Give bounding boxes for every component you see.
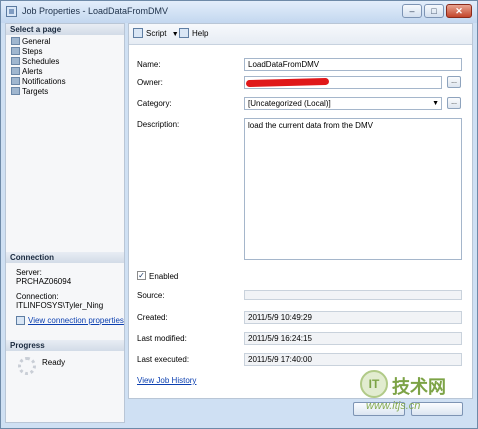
last-executed-field: 2011/5/9 17:40:00 xyxy=(244,353,462,366)
page-item-label: Schedules xyxy=(22,57,60,66)
chevron-down-icon: ▼ xyxy=(432,100,439,107)
job-properties-window: Job Properties - LoadDataFromDMV – □ ✕ S… xyxy=(0,0,478,429)
page-icon xyxy=(11,37,20,45)
description-field[interactable]: load the current data from the DMV xyxy=(244,118,462,260)
select-page-header: Select a page xyxy=(6,24,124,35)
close-button[interactable]: ✕ xyxy=(446,4,472,18)
view-job-history-link[interactable]: View Job History xyxy=(137,376,196,385)
page-item-label: General xyxy=(22,37,51,46)
page-icon xyxy=(11,47,20,55)
watermark-logo-icon: IT xyxy=(360,370,388,398)
help-button[interactable]: Help xyxy=(179,28,208,40)
server-value: PRCHAZ06094 xyxy=(16,277,72,286)
progress-status: Ready xyxy=(42,358,66,367)
last-modified-field: 2011/5/9 16:24:15 xyxy=(244,332,462,345)
connection-header: Connection xyxy=(6,252,124,263)
page-icon xyxy=(11,77,20,85)
chevron-down-icon: ▼ xyxy=(171,31,179,38)
category-select[interactable]: [Uncategorized (Local)] ▼ xyxy=(244,97,442,110)
page-item-label: Alerts xyxy=(22,67,43,76)
category-browse-button[interactable]: ... xyxy=(447,97,461,109)
page-icon xyxy=(11,87,20,95)
window-app-icon xyxy=(6,6,17,17)
last-modified-label: Last modified: xyxy=(137,334,187,343)
category-value: [Uncategorized (Local)] xyxy=(248,99,331,108)
page-item-label: Notifications xyxy=(22,77,66,86)
help-label: Help xyxy=(192,29,209,38)
watermark-url: www.itjs.cn xyxy=(366,400,421,412)
script-label: Script xyxy=(146,29,167,38)
name-field[interactable]: LoadDataFromDMV xyxy=(244,58,462,71)
enabled-label: Enabled xyxy=(149,272,179,281)
left-panel: Select a page General Steps Schedules Al… xyxy=(5,23,125,423)
progress-spinner-icon xyxy=(18,357,36,375)
view-connection-link[interactable]: View connection properties xyxy=(28,316,124,325)
created-field: 2011/5/9 10:49:29 xyxy=(244,311,462,324)
window-title: Job Properties - LoadDataFromDMV xyxy=(22,6,169,16)
source-field xyxy=(244,290,462,300)
page-item-label: Targets xyxy=(22,87,49,96)
page-item-label: Steps xyxy=(22,47,43,56)
title-bar: Job Properties - LoadDataFromDMV – □ ✕ xyxy=(1,1,477,23)
connection-value: ITLINFOSYS\Tyler_Ning xyxy=(16,301,104,310)
last-executed-label: Last executed: xyxy=(137,355,190,364)
watermark-brand: 技术网 xyxy=(392,377,446,397)
view-connection-properties[interactable]: View connection properties xyxy=(16,316,124,326)
script-button[interactable]: Script ▼ xyxy=(133,28,179,40)
page-item-targets[interactable]: Targets xyxy=(11,87,48,97)
minimize-button[interactable]: – xyxy=(402,4,422,18)
created-label: Created: xyxy=(137,313,168,322)
page-item-alerts[interactable]: Alerts xyxy=(11,67,42,77)
script-icon xyxy=(133,28,143,38)
enabled-checkbox[interactable]: ✓ xyxy=(137,271,146,280)
page-item-steps[interactable]: Steps xyxy=(11,47,42,57)
general-page: Script ▼ Help Name: LoadDataFromDMV Owne… xyxy=(128,23,473,399)
help-icon xyxy=(179,28,189,38)
maximize-button[interactable]: □ xyxy=(424,4,444,18)
page-item-notifications[interactable]: Notifications xyxy=(11,77,66,87)
source-label: Source: xyxy=(137,291,165,300)
toolbar: Script ▼ Help xyxy=(129,24,472,45)
page-icon xyxy=(11,57,20,65)
page-item-schedules[interactable]: Schedules xyxy=(11,57,59,67)
name-label: Name: xyxy=(137,60,161,69)
connection-properties-icon xyxy=(16,316,25,325)
category-label: Category: xyxy=(137,99,172,108)
description-label: Description: xyxy=(137,120,180,129)
owner-label: Owner: xyxy=(137,78,163,87)
page-icon xyxy=(11,67,20,75)
owner-browse-button[interactable]: ... xyxy=(447,76,461,88)
page-item-general[interactable]: General xyxy=(11,37,50,47)
progress-header: Progress xyxy=(6,340,124,351)
